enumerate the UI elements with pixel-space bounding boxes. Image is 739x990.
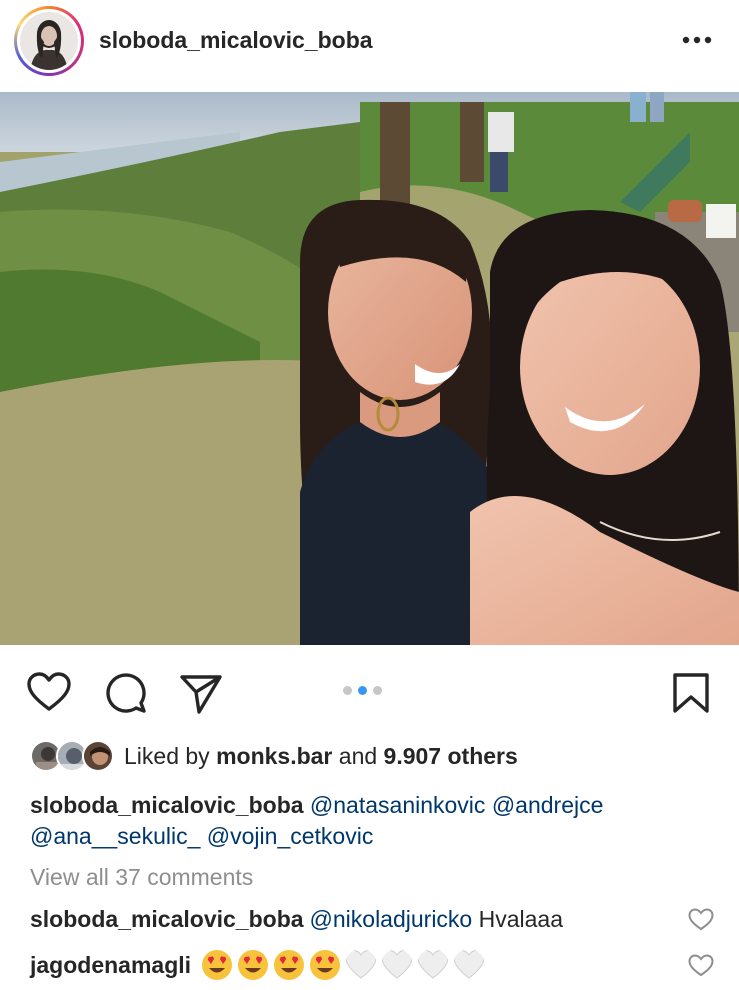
view-all-comments-link[interactable]: View all 37 comments [30,864,253,891]
post-username[interactable]: sloboda_micalovic_boba [99,27,373,54]
comment-text: Hvalaaa [472,906,564,932]
white-heart-emoji-icon [453,949,485,979]
caption-mention[interactable]: @ana__sekulic_ [30,823,200,849]
comment-icon[interactable] [103,670,149,716]
liker-avatars [30,738,114,774]
liker-username[interactable]: monks.bar [216,743,332,769]
caption-username[interactable]: sloboda_micalovic_boba [30,792,304,818]
carousel-dot-active [358,686,367,695]
likes-count[interactable]: 9.907 others [384,743,518,769]
comment-username[interactable]: sloboda_micalovic_boba [30,906,304,933]
heart-icon[interactable] [26,670,72,716]
heart-eyes-emoji-icon [274,950,305,980]
post-header: sloboda_micalovic_boba [0,0,739,86]
post-photo[interactable] [0,92,739,645]
white-heart-emoji-icon [417,949,449,979]
more-horizontal-icon[interactable] [680,26,714,54]
comment-like-heart-icon[interactable] [688,954,714,978]
comment-row: jagodenamagli [30,949,485,981]
carousel-dot [343,686,352,695]
profile-avatar[interactable] [14,6,84,76]
share-icon[interactable] [178,670,224,716]
likes-summary[interactable]: Liked by monks.bar and 9.907 others [30,738,518,774]
post-caption: sloboda_micalovic_boba @natasaninkovic @… [30,790,720,852]
comment-like-heart-icon[interactable] [688,908,714,932]
bookmark-icon[interactable] [668,670,714,716]
likes-text[interactable]: Liked by monks.bar and 9.907 others [124,743,518,770]
white-heart-emoji-icon [345,949,377,979]
avatar [82,740,114,772]
caption-mention[interactable]: @vojin_cetkovic [207,823,374,849]
comment-username[interactable]: jagodenamagli [30,952,191,979]
heart-eyes-emoji-icon [310,950,341,980]
caption-mention[interactable]: @andrejce [492,792,604,818]
carousel-indicator [343,686,382,695]
comment-row: sloboda_micalovic_boba @nikoladjuricko H… [30,906,563,933]
comment-mention[interactable]: @nikoladjuricko [310,906,473,933]
carousel-dot [373,686,382,695]
heart-eyes-emoji-icon [202,950,233,980]
white-heart-emoji-icon [381,949,413,979]
heart-eyes-emoji-icon [238,950,269,980]
comment-emoji [201,949,485,981]
caption-mention[interactable]: @natasaninkovic [310,792,486,818]
